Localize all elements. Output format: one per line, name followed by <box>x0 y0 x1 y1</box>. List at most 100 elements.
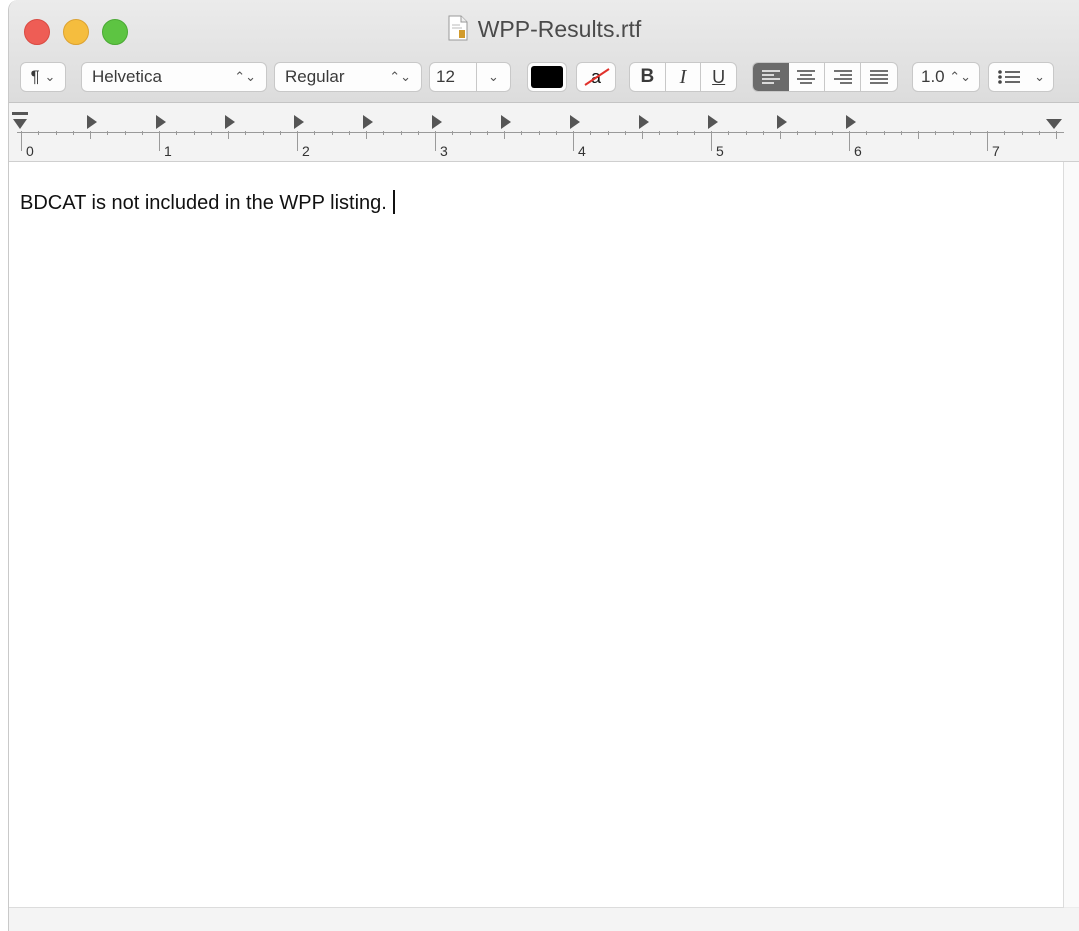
tab-stop-marker[interactable] <box>777 115 787 129</box>
highlight-color-well[interactable]: a <box>576 62 616 92</box>
ruler-tick <box>918 131 919 139</box>
tab-stop-marker[interactable] <box>363 115 373 129</box>
text-cursor <box>392 190 395 214</box>
align-left-button[interactable] <box>753 63 789 91</box>
ruler-number: 4 <box>578 143 586 159</box>
font-family-popup[interactable]: Helvetica ⌃⌄ <box>81 62 267 92</box>
text-color-well[interactable] <box>527 62 567 92</box>
ruler-number: 2 <box>302 143 310 159</box>
ruler-number: 5 <box>716 143 724 159</box>
justify-button[interactable] <box>861 69 897 85</box>
up-down-chevron-icon: ⌃⌄ <box>389 69 411 84</box>
paragraph-style-popup[interactable]: ¶ ⌄ <box>20 62 66 92</box>
tab-stop-marker[interactable] <box>432 115 442 129</box>
ruler-tick <box>314 131 316 135</box>
ruler-tick <box>642 131 643 139</box>
ruler-tick <box>590 131 592 135</box>
right-indent-marker-icon[interactable] <box>1045 117 1063 131</box>
ruler-tick <box>469 131 471 135</box>
chevron-down-icon[interactable]: ⌄ <box>477 69 510 85</box>
list-bullets-popup[interactable]: ⌄ <box>988 62 1054 92</box>
text-style-segmented: B I U <box>629 62 737 92</box>
ruler-tick <box>141 131 143 135</box>
ruler-tick <box>297 131 298 151</box>
font-style-popup[interactable]: Regular ⌃⌄ <box>274 62 422 92</box>
ruler-tick <box>435 131 436 151</box>
ruler-tick <box>331 131 333 135</box>
ruler[interactable]: 0 1 2 3 4 5 6 7 <box>9 103 1079 162</box>
tab-stop-marker[interactable] <box>570 115 580 129</box>
ruler-tick <box>90 131 91 139</box>
ruler-tick <box>745 131 747 135</box>
tab-stop-marker[interactable] <box>708 115 718 129</box>
tab-stop-marker[interactable] <box>87 115 97 129</box>
ruler-tick <box>452 131 454 135</box>
ruler-tick <box>797 131 799 135</box>
scroll-gutter[interactable] <box>1064 162 1079 907</box>
ruler-tick <box>831 131 833 135</box>
window-bottom-bar <box>9 908 1079 931</box>
tab-stop-marker[interactable] <box>846 115 856 129</box>
tab-stop-marker[interactable] <box>501 115 511 129</box>
ruler-tick <box>366 131 367 139</box>
pilcrow-icon: ¶ <box>30 67 40 86</box>
align-center-button[interactable] <box>789 69 825 85</box>
ruler-tick <box>900 131 902 135</box>
ruler-tick <box>935 131 937 135</box>
tab-stop-marker[interactable] <box>639 115 649 129</box>
ruler-tick <box>711 131 712 151</box>
ruler-tick <box>676 131 678 135</box>
up-down-chevron-icon: ⌃⌄ <box>234 69 256 84</box>
textedit-window: WPP-Results.rtf ¶ ⌄ Helvetica ⌃⌄ Regular… <box>8 0 1079 931</box>
chevron-down-icon: ⌄ <box>1034 69 1045 84</box>
ruler-tick <box>72 131 74 135</box>
ruler-tick <box>1038 131 1040 135</box>
ruler-tick <box>883 131 885 135</box>
ruler-tick <box>659 131 661 135</box>
ruler-tick <box>21 131 22 151</box>
window-title-area: WPP-Results.rtf <box>9 15 1079 47</box>
ruler-tick <box>210 131 212 135</box>
ruler-number: 3 <box>440 143 448 159</box>
ruler-tick <box>814 131 816 135</box>
align-left-icon <box>761 70 780 84</box>
ruler-tick <box>780 131 781 139</box>
font-size-value: 12 <box>436 67 455 86</box>
underline-button[interactable]: U <box>701 67 736 88</box>
ruler-tick <box>1021 131 1023 135</box>
window-title: WPP-Results.rtf <box>477 16 642 42</box>
ruler-tick <box>762 131 764 135</box>
ruler-number: 6 <box>854 143 862 159</box>
tab-stop-marker[interactable] <box>294 115 304 129</box>
ruler-tick <box>107 131 109 135</box>
tab-stop-marker[interactable] <box>225 115 235 129</box>
ruler-tick <box>521 131 523 135</box>
tab-stop-marker[interactable] <box>156 115 166 129</box>
left-indent-marker-icon[interactable] <box>11 111 29 133</box>
no-color-slash-icon <box>584 68 610 86</box>
ruler-tick <box>38 131 40 135</box>
ruler-tick <box>400 131 402 135</box>
italic-button[interactable]: I <box>666 66 701 89</box>
document-body[interactable]: BDCAT is not included in the WPP listing… <box>20 190 395 215</box>
bold-button[interactable]: B <box>630 66 665 88</box>
text-color-swatch <box>531 66 563 88</box>
align-right-button[interactable] <box>825 69 861 85</box>
font-size-combo[interactable]: 12 ⌄ <box>429 62 511 92</box>
font-style-value: Regular <box>285 67 345 86</box>
ruler-baseline <box>17 132 1064 133</box>
rtf-document-icon <box>448 15 468 47</box>
ruler-tick <box>55 131 57 135</box>
ruler-tick <box>624 131 626 135</box>
chevron-down-icon: ⌄ <box>44 69 56 84</box>
ruler-tick <box>538 131 540 135</box>
ruler-tick <box>504 131 505 139</box>
document-editor[interactable]: BDCAT is not included in the WPP listing… <box>9 162 1064 908</box>
ruler-tick <box>969 131 971 135</box>
ruler-tick <box>279 131 281 135</box>
line-spacing-popup[interactable]: 1.0 ⌃⌄ <box>912 62 980 92</box>
ruler-number: 7 <box>992 143 1000 159</box>
ruler-tick <box>555 131 557 135</box>
ruler-tick <box>228 131 229 139</box>
ruler-tick <box>573 131 574 151</box>
